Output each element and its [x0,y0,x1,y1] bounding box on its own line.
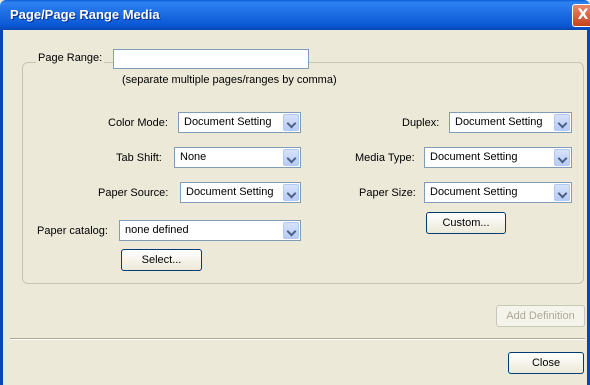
paper-catalog-value: none defined [125,224,189,236]
tab-shift-value: None [180,151,207,163]
chevron-down-icon[interactable] [554,184,570,201]
duplex-label: Duplex: [402,117,440,129]
duplex-select[interactable]: Document Setting [449,112,572,133]
page-range-group [22,62,584,284]
page-range-input[interactable] [113,49,309,69]
paper-catalog-select[interactable]: none defined [119,220,301,241]
select-button[interactable]: Select... [121,249,202,271]
tab-shift-label: Tab Shift: [116,152,162,164]
window-title: Page/Page Range Media [10,7,160,22]
close-button[interactable]: Close [508,352,584,374]
chevron-down-icon[interactable] [283,222,299,239]
chevron-down-icon[interactable] [283,149,299,166]
bottom-divider [10,338,585,340]
media-type-value: Document Setting [430,151,518,163]
duplex-value: Document Setting [455,116,543,128]
chevron-down-icon[interactable] [554,149,570,166]
add-definition-button[interactable]: Add Definition [496,305,585,327]
paper-catalog-label: Paper catalog: [37,225,108,237]
chevron-down-icon[interactable] [554,114,570,131]
title-bar: Page/Page Range Media X [0,0,590,30]
color-mode-label: Color Mode: [108,117,168,129]
paper-size-value: Document Setting [430,186,518,198]
page-range-hint: (separate multiple pages/ranges by comma… [122,74,337,86]
tab-shift-select[interactable]: None [174,147,301,168]
color-mode-value: Document Setting [184,116,272,128]
paper-source-select[interactable]: Document Setting [180,182,301,203]
paper-size-label: Paper Size: [359,187,416,199]
media-type-label: Media Type: [355,152,415,164]
paper-source-label: Paper Source: [98,187,169,199]
paper-size-select[interactable]: Document Setting [424,182,572,203]
media-type-select[interactable]: Document Setting [424,147,572,168]
chevron-down-icon[interactable] [283,184,299,201]
paper-source-value: Document Setting [186,186,274,198]
custom-button[interactable]: Custom... [426,212,506,234]
page-range-label: Page Range: [36,52,105,64]
chevron-down-icon[interactable] [283,114,299,131]
window-close-icon[interactable]: X [572,4,590,27]
color-mode-select[interactable]: Document Setting [178,112,301,133]
